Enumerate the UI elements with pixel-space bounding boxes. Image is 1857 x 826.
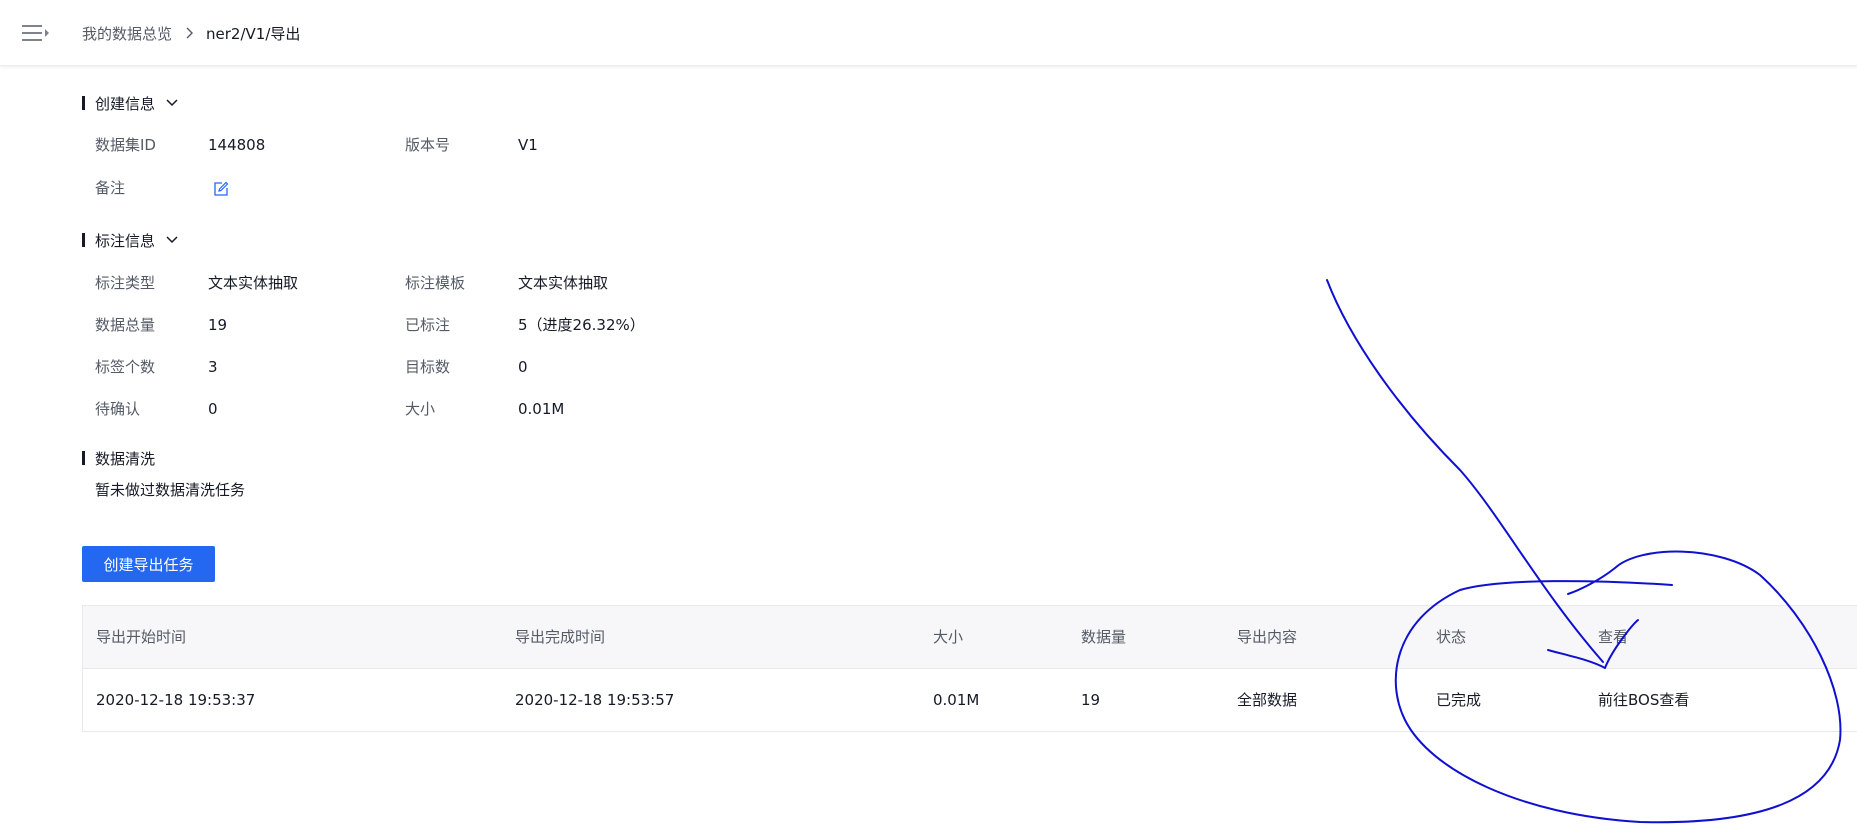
tag-count-label: 标签个数 <box>95 358 156 376</box>
column-header-status: 状态 <box>1436 628 1467 646</box>
tag-count-value: 3 <box>208 358 218 376</box>
section-annotation-info: 标注信息 <box>82 229 179 251</box>
section-marker <box>82 451 85 465</box>
cell-content: 全部数据 <box>1237 691 1298 709</box>
chevron-down-icon[interactable] <box>165 96 179 110</box>
cell-start-time: 2020-12-18 19:53:37 <box>96 691 256 709</box>
chevron-down-icon[interactable] <box>165 233 179 247</box>
dataset-id-label: 数据集ID <box>95 136 156 154</box>
column-header-content: 导出内容 <box>1237 628 1298 646</box>
chevron-right-icon <box>185 26 195 40</box>
pending-count-label: 待确认 <box>95 400 141 418</box>
annotation-type-value: 文本实体抽取 <box>208 274 299 292</box>
breadcrumb-root-link[interactable]: 我的数据总览 <box>82 23 172 44</box>
section-title-creation: 创建信息 <box>95 94 156 113</box>
view-in-bos-link[interactable]: 前往BOS查看 <box>1598 669 1689 732</box>
target-count-value: 0 <box>518 358 528 376</box>
create-export-task-button[interactable]: 创建导出任务 <box>82 546 215 582</box>
annotation-template-label: 标注模板 <box>405 274 466 292</box>
cell-size: 0.01M <box>933 691 980 709</box>
size-label: 大小 <box>405 400 436 418</box>
column-header-end-time: 导出完成时间 <box>515 628 606 646</box>
edit-icon[interactable] <box>213 181 229 197</box>
table-header: 导出开始时间 导出完成时间 大小 数据量 导出内容 状态 查看 <box>83 606 1857 669</box>
pending-count-value: 0 <box>208 400 218 418</box>
section-title-cleaning: 数据清洗 <box>95 449 156 468</box>
version-label: 版本号 <box>405 136 451 154</box>
section-marker <box>82 233 85 247</box>
cell-status: 已完成 <box>1436 691 1482 709</box>
section-data-cleaning: 数据清洗 <box>82 447 155 469</box>
size-value: 0.01M <box>518 400 565 418</box>
breadcrumb-current: ner2/V1/导出 <box>206 24 301 43</box>
cleaning-empty-text: 暂未做过数据清洗任务 <box>95 481 246 499</box>
dataset-id-value: 144808 <box>208 136 266 154</box>
breadcrumb: 我的数据总览 ner2/V1/导出 <box>82 22 300 44</box>
annotation-type-label: 标注类型 <box>95 274 156 292</box>
column-header-count: 数据量 <box>1081 628 1127 646</box>
annotation-template-value: 文本实体抽取 <box>518 274 609 292</box>
labeled-count-value: 5（进度26.32%） <box>518 316 645 334</box>
menu-toggle-icon[interactable] <box>22 22 50 44</box>
section-marker <box>82 96 85 110</box>
column-header-size: 大小 <box>933 628 964 646</box>
table-row: 2020-12-18 19:53:37 2020-12-18 19:53:57 … <box>83 669 1857 732</box>
target-count-label: 目标数 <box>405 358 451 376</box>
top-bar: 我的数据总览 ner2/V1/导出 <box>0 0 1857 66</box>
remark-label: 备注 <box>95 179 126 197</box>
labeled-count-label: 已标注 <box>405 316 451 334</box>
section-creation-info: 创建信息 <box>82 92 179 114</box>
version-value: V1 <box>518 136 538 154</box>
cell-end-time: 2020-12-18 19:53:57 <box>515 691 675 709</box>
column-header-view: 查看 <box>1598 628 1629 646</box>
cell-count: 19 <box>1081 691 1101 709</box>
total-count-value: 19 <box>208 316 228 334</box>
section-title-annotation: 标注信息 <box>95 231 156 250</box>
export-task-table: 导出开始时间 导出完成时间 大小 数据量 导出内容 状态 查看 2020-12-… <box>82 605 1857 732</box>
column-header-start-time: 导出开始时间 <box>96 628 187 646</box>
total-count-label: 数据总量 <box>95 316 156 334</box>
